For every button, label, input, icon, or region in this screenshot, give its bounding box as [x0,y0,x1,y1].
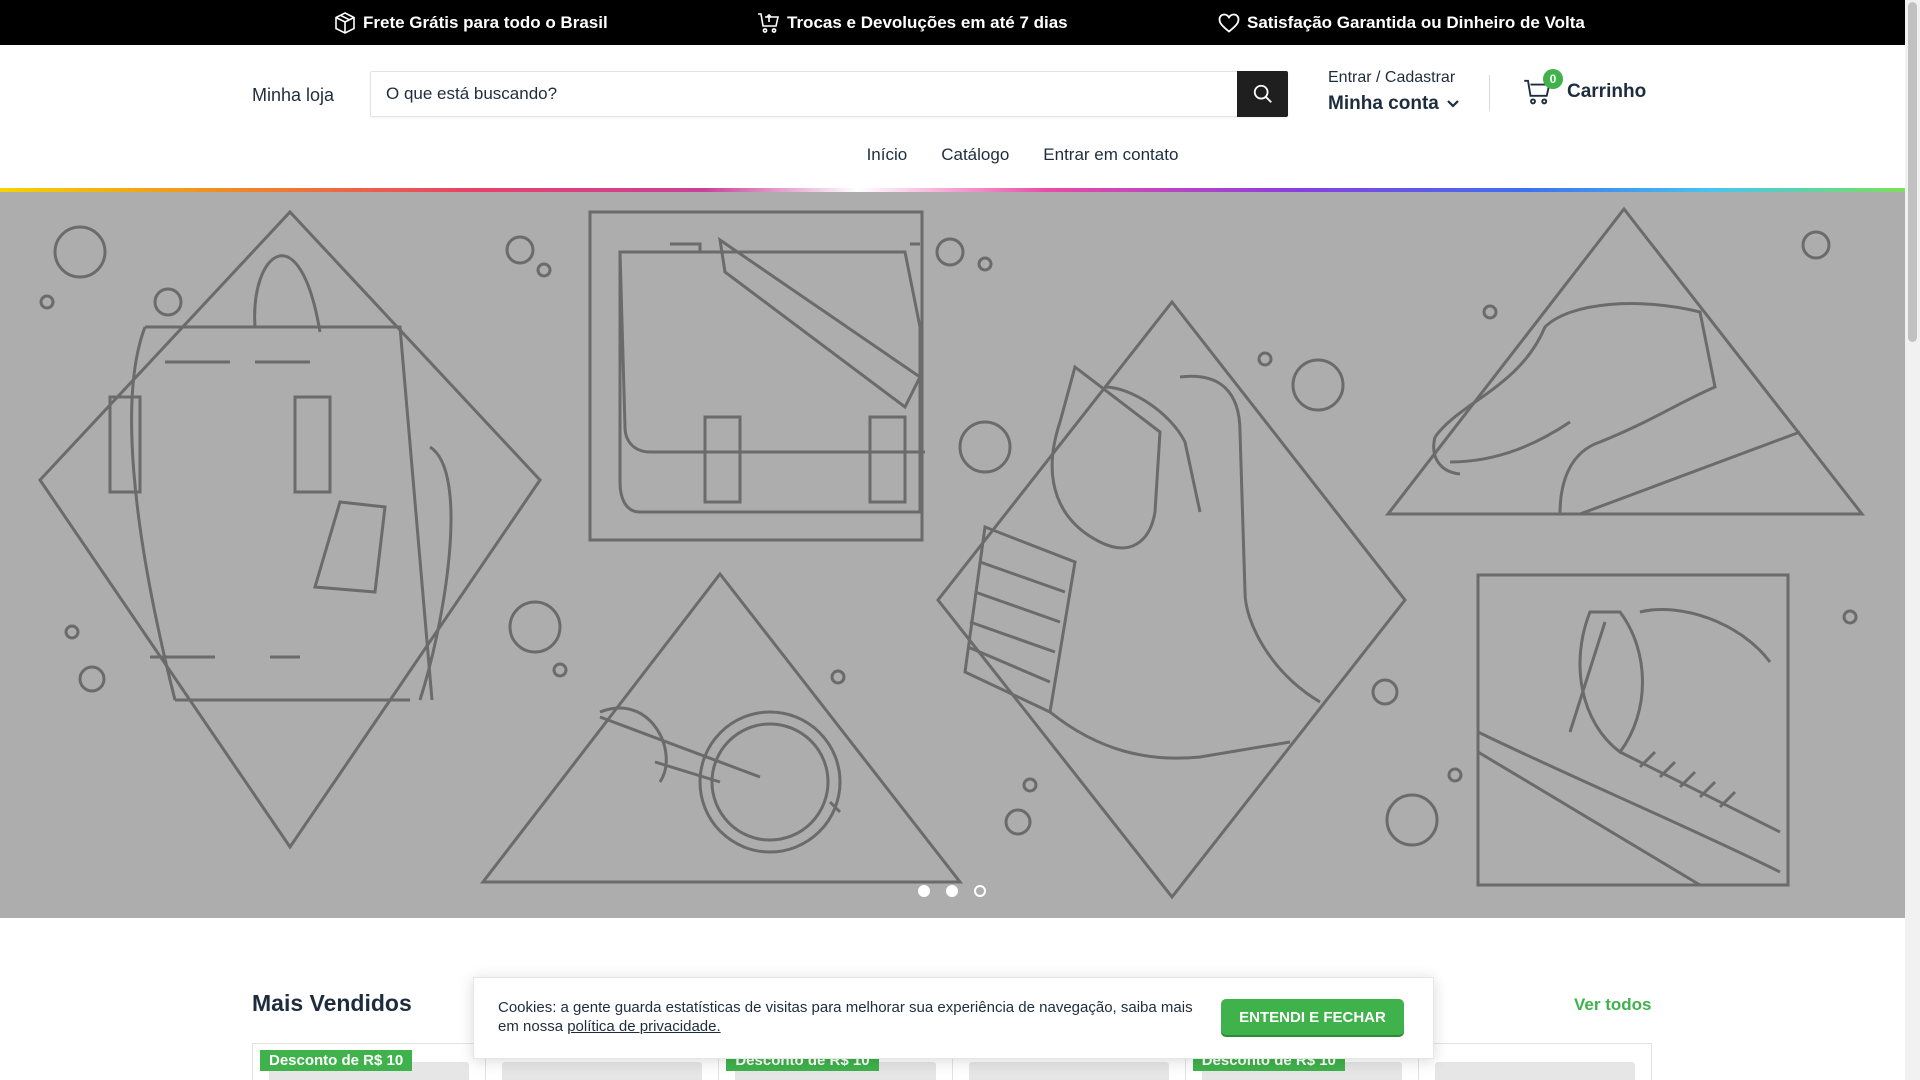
site-header: Minha loja Entrar / Cadastrar Minha cont… [0,45,1905,188]
cart-button[interactable]: 0 Carrinho [1523,69,1647,107]
search-bar [370,71,1288,117]
announcement-item-guarantee: Satisfação Garantida ou Dinheiro de Volt… [1217,11,1585,35]
slide-dot-2[interactable] [946,885,958,897]
announcement-item-shipping: Frete Grátis para todo o Brasil [333,11,608,35]
cart-label: Carrinho [1567,81,1647,102]
nav-item-catalogo[interactable]: Catálogo [941,145,1009,165]
chevron-down-icon [1447,100,1459,108]
nav-item-inicio[interactable]: Início [867,145,908,165]
slideshow-pagination [918,885,986,897]
cookie-banner: Cookies: a gente guarda estatísticas de … [473,977,1434,1059]
search-input[interactable] [371,72,1237,116]
product-card[interactable] [1419,1044,1651,1080]
slide-dot-1[interactable] [918,885,930,897]
section-title: Mais Vendidos [252,990,412,1016]
announcement-item-returns: Trocas e Devoluções em até 7 dias [757,11,1068,35]
search-icon [1253,84,1272,103]
page-scrollbar[interactable] [1905,0,1920,1080]
announcement-text: Satisfação Garantida ou Dinheiro de Volt… [1247,13,1585,32]
product-image[interactable] [502,1062,703,1080]
header-divider [1489,75,1490,111]
main-nav: Início Catálogo Entrar em contato [0,145,1905,165]
account-dropdown[interactable]: Minha conta [1328,93,1459,115]
search-button[interactable] [1237,71,1288,117]
cookie-text: Cookies: a gente guarda estatísticas de … [498,998,1198,1036]
account-label: Minha conta [1328,93,1439,114]
product-image[interactable] [968,1062,1169,1080]
privacy-policy-link[interactable]: política de privacidade. [567,1018,720,1035]
hero-slideshow[interactable] [0,192,1905,918]
heart-icon [1218,13,1240,33]
scrollbar-thumb[interactable] [1908,2,1917,342]
store-logo-text[interactable]: Minha loja [252,85,334,106]
account-menu[interactable]: Entrar / Cadastrar Minha conta [1328,69,1459,115]
announcement-bar: Frete Grátis para todo o Brasil Trocas e… [0,0,1905,45]
announcement-text: Frete Grátis para todo o Brasil [363,13,608,32]
box-icon [335,12,355,34]
announcement-text: Trocas e Devoluções em até 7 dias [787,13,1068,32]
product-image[interactable] [1434,1062,1636,1080]
cookie-accept-button[interactable]: ENTENDI E FECHAR [1221,999,1404,1035]
discount-badge: Desconto de R$ 10 [260,1050,413,1071]
nav-item-contato[interactable]: Entrar em contato [1043,145,1178,165]
hero-illustration [38,206,1866,900]
view-all-link[interactable]: Ver todos [1574,995,1651,1015]
slide-dot-3[interactable] [974,885,986,897]
product-card[interactable]: Desconto de R$ 10 [253,1044,487,1080]
cart-count-badge: 0 [1543,69,1563,89]
cart-icon-wrapper: 0 [1523,69,1563,107]
account-login-label[interactable]: Entrar / Cadastrar [1328,69,1459,87]
cart-return-icon [758,13,779,33]
